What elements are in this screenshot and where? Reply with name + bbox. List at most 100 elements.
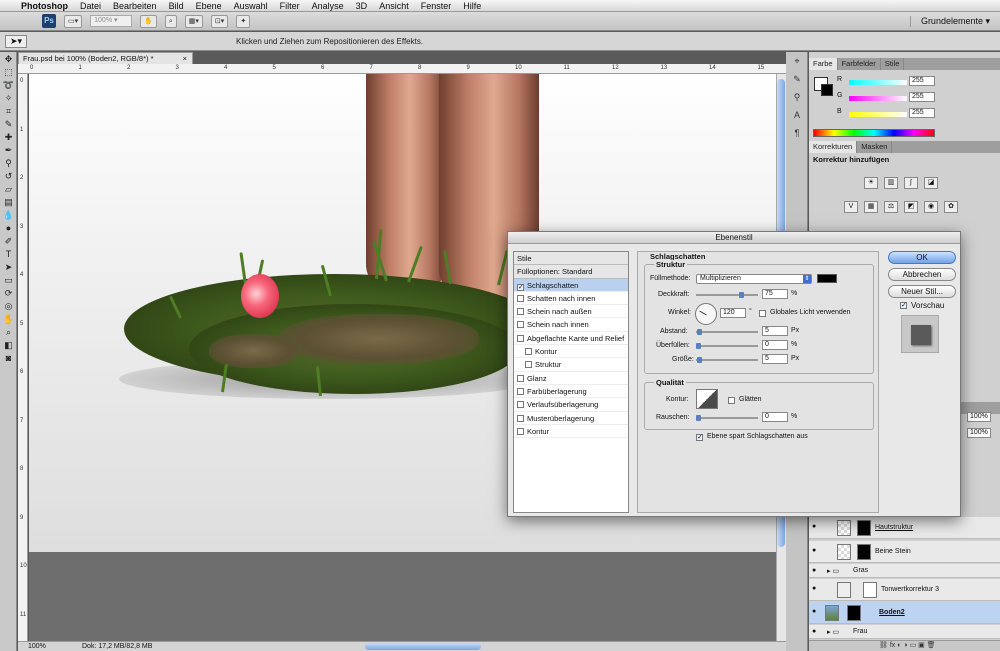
- close-document-icon[interactable]: ×: [183, 53, 187, 64]
- blur-tool-icon[interactable]: 💧: [1, 209, 16, 221]
- menu-datei[interactable]: Datei: [74, 0, 107, 12]
- shadow-color-swatch[interactable]: [817, 274, 837, 283]
- curves-icon[interactable]: ∫: [904, 177, 918, 189]
- zoom-tool-icon[interactable]: ⌕: [164, 14, 177, 28]
- path-select-icon[interactable]: ➤: [1, 261, 16, 273]
- pen-tool-icon[interactable]: ✐: [1, 235, 16, 247]
- color-swatches-icon[interactable]: ◧: [1, 339, 16, 351]
- slider-knob[interactable]: [697, 357, 702, 363]
- tab-farbe[interactable]: Farbe: [809, 58, 838, 70]
- slider-knob[interactable]: [696, 415, 701, 421]
- gradient-tool-icon[interactable]: ▤: [1, 196, 16, 208]
- brush-tool-icon[interactable]: ✒: [1, 144, 16, 156]
- effect-item[interactable]: Farbüberlagerung: [514, 385, 628, 399]
- color-spectrum-bar[interactable]: [813, 129, 935, 137]
- screen-mode-icon[interactable]: ▭▾: [64, 14, 83, 28]
- slider-knob[interactable]: [697, 329, 702, 335]
- screen-mode-select-icon[interactable]: ⊡▾: [210, 14, 229, 28]
- crop-tool-icon[interactable]: ⌗: [1, 105, 16, 117]
- layer-group-row[interactable]: ● ▸ ▭ Frau: [809, 625, 1000, 639]
- eyedropper-icon[interactable]: ✎: [1, 118, 16, 130]
- marquee-tool-icon[interactable]: ⬚: [1, 66, 16, 78]
- menu-3d[interactable]: 3D: [350, 0, 374, 12]
- color-balance-icon[interactable]: ⚖: [884, 201, 898, 213]
- distance-field[interactable]: 5: [762, 326, 788, 336]
- layer-row[interactable]: ● Tonwertkorrektur 3: [809, 579, 1000, 601]
- spread-slider[interactable]: [696, 343, 758, 349]
- channel-g-slider[interactable]: [849, 96, 907, 101]
- tab-stile[interactable]: Stile: [881, 58, 905, 70]
- hand-tool-icon[interactable]: ✋: [140, 14, 157, 28]
- visibility-eye-icon[interactable]: ●: [812, 585, 816, 592]
- eraser-icon[interactable]: ▱: [1, 183, 16, 195]
- layer-row[interactable]: ● Hautstruktur: [809, 517, 1000, 539]
- slider-knob[interactable]: [696, 343, 701, 349]
- checkbox-icon[interactable]: [517, 401, 524, 409]
- effect-item[interactable]: Kontur: [514, 425, 628, 439]
- fill-options-item[interactable]: Fülloptionen: Standard: [514, 265, 628, 279]
- effect-item[interactable]: Glanz: [514, 372, 628, 385]
- checkbox-icon[interactable]: [517, 294, 524, 302]
- arrange-documents-icon[interactable]: ▦▾: [184, 14, 203, 28]
- opacity-field[interactable]: 75: [762, 289, 788, 299]
- zoom-select[interactable]: 100% ▾: [90, 15, 133, 27]
- checkbox-icon[interactable]: [517, 414, 524, 422]
- channel-r-value[interactable]: 255: [909, 76, 935, 86]
- noise-field[interactable]: 0: [762, 412, 788, 422]
- channel-mixer-icon[interactable]: ✿: [944, 201, 958, 213]
- dodge-tool-icon[interactable]: ●: [1, 222, 16, 234]
- ok-button[interactable]: OK: [888, 251, 956, 264]
- channel-b-slider[interactable]: [849, 112, 907, 117]
- document-tab[interactable]: Frau.psd bei 100% (Boden2, RGB/8*) * ×: [18, 52, 193, 64]
- type-tool-icon[interactable]: T: [1, 248, 16, 260]
- status-zoom[interactable]: 100%: [28, 642, 46, 651]
- effect-item[interactable]: Schein nach außen: [514, 305, 628, 319]
- layer-name[interactable]: Tonwertkorrektur 3: [881, 586, 939, 593]
- menu-ansicht[interactable]: Ansicht: [373, 0, 415, 12]
- shape-tool-icon[interactable]: ▭: [1, 274, 16, 286]
- layer-row[interactable]: ● Beine Stein: [809, 541, 1000, 563]
- brushes-icon[interactable]: ✎: [789, 74, 805, 88]
- menu-bearbeiten[interactable]: Bearbeiten: [107, 0, 163, 12]
- healing-brush-icon[interactable]: ✚: [1, 131, 16, 143]
- layer-name[interactable]: Boden2: [879, 609, 905, 616]
- menu-ebene[interactable]: Ebene: [190, 0, 228, 12]
- magic-wand-icon[interactable]: ✧: [1, 92, 16, 104]
- move-tool-icon[interactable]: ✥: [1, 53, 16, 65]
- spread-field[interactable]: 0: [762, 340, 788, 350]
- blend-mode-dropdown[interactable]: Multiplizieren ⇕: [696, 274, 812, 284]
- menu-bild[interactable]: Bild: [163, 0, 190, 12]
- character-icon[interactable]: A: [789, 110, 805, 124]
- checkbox-icon[interactable]: [525, 348, 532, 356]
- status-document-size[interactable]: Dok: 17,2 MB/82,8 MB: [82, 642, 152, 651]
- 3d-rotate-icon[interactable]: ⟳: [1, 287, 16, 299]
- layer-row-selected[interactable]: ● Boden2: [809, 602, 1000, 624]
- visibility-eye-icon[interactable]: ●: [812, 547, 816, 554]
- menu-analyse[interactable]: Analyse: [306, 0, 350, 12]
- quick-mask-icon[interactable]: ◙: [1, 352, 16, 364]
- clone-source-icon[interactable]: ⚲: [789, 92, 805, 106]
- slider-knob[interactable]: [739, 292, 744, 298]
- checkbox-icon[interactable]: [525, 361, 532, 369]
- effect-item[interactable]: Musterüberlagerung: [514, 412, 628, 425]
- tab-masken[interactable]: Masken: [857, 141, 893, 153]
- layer-fill-field[interactable]: 100%: [967, 428, 991, 438]
- layer-group-row[interactable]: ● ▸ ▭ Gras: [809, 564, 1000, 578]
- layer-opacity-field[interactable]: 100%: [967, 412, 991, 422]
- preview-checkbox-checked[interactable]: ✓: [900, 302, 907, 309]
- exposure-icon[interactable]: ◪: [924, 177, 938, 189]
- photo-filter-icon[interactable]: ◉: [924, 201, 938, 213]
- effect-item[interactable]: ✓ Schlagschatten: [514, 278, 628, 292]
- history-brush-icon[interactable]: ↺: [1, 170, 16, 182]
- channel-b-value[interactable]: 255: [909, 108, 935, 118]
- black-white-icon[interactable]: ◩: [904, 201, 918, 213]
- zoom-icon[interactable]: ⌕: [1, 326, 16, 338]
- menu-filter[interactable]: Filter: [274, 0, 306, 12]
- cancel-button[interactable]: Abbrechen: [888, 268, 956, 281]
- angle-dial[interactable]: [695, 303, 717, 325]
- lasso-tool-icon[interactable]: ➰: [1, 79, 16, 91]
- 3d-orbit-icon[interactable]: ◎: [1, 300, 16, 312]
- workspace-switcher[interactable]: Grundelemente ▾: [909, 15, 990, 27]
- contour-picker[interactable]: [696, 389, 718, 409]
- horizontal-scroll-thumb[interactable]: [365, 643, 481, 650]
